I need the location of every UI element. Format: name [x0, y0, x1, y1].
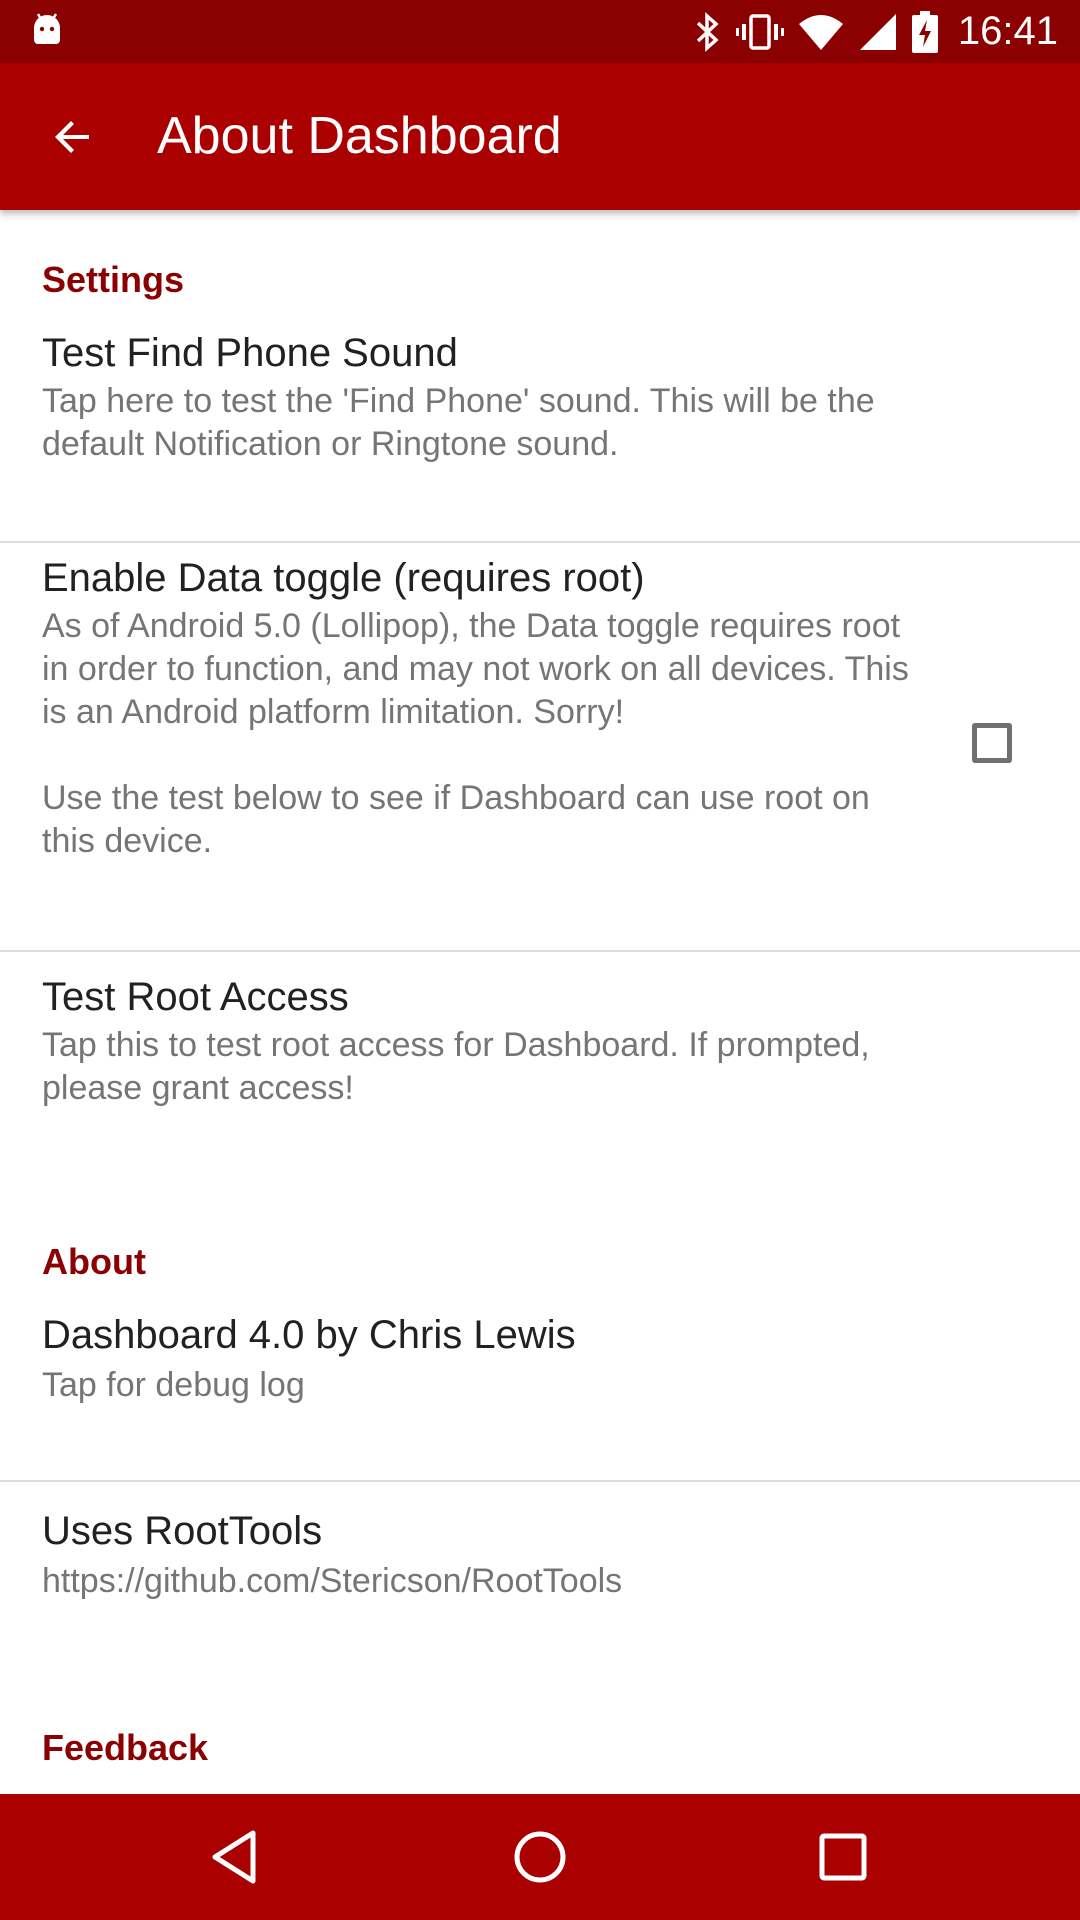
- pref-test-find-phone-sound[interactable]: Test Find Phone Sound Tap here to test t…: [0, 328, 1080, 550]
- pref-summary: https://github.com/Stericson/RootTools: [42, 1562, 623, 1600]
- pref-title: Test Root Access: [42, 975, 349, 1019]
- arrow-back-icon: [55, 121, 89, 153]
- app-bar: About Dashboard: [0, 63, 1080, 210]
- battery-charging-icon: [911, 10, 938, 53]
- nav-recents-button[interactable]: [803, 1817, 883, 1897]
- vibrate-icon: [735, 13, 784, 50]
- back-button[interactable]: [36, 100, 110, 174]
- pref-uses-roottools[interactable]: Uses RootTools https://github.com/Steric…: [0, 1506, 1080, 1666]
- pref-summary: Tap for debug log: [42, 1366, 305, 1404]
- pref-summary: As of Android 5.0 (Lollipop), the Data t…: [42, 607, 909, 731]
- nav-home-icon: [514, 1831, 566, 1883]
- page-title: About Dashboard: [157, 107, 562, 165]
- navigation-bar: [0, 1794, 1080, 1920]
- bluetooth-icon: [696, 11, 719, 52]
- section-header-settings: Settings: [42, 259, 185, 300]
- section-header-about: About: [42, 1241, 146, 1282]
- wifi-icon: [798, 14, 843, 50]
- section-header-feedback: Feedback: [42, 1727, 209, 1768]
- divider: [0, 950, 1080, 952]
- status-time: 16:41: [957, 9, 1058, 53]
- nav-back-icon: [212, 1830, 256, 1884]
- pref-title: Uses RootTools: [42, 1509, 323, 1553]
- pref-title: Test Find Phone Sound: [42, 331, 458, 375]
- divider: [0, 1480, 1080, 1482]
- nav-back-button[interactable]: [195, 1817, 275, 1897]
- pref-dashboard-version[interactable]: Dashboard 4.0 by Chris Lewis Tap for deb…: [0, 1310, 1080, 1490]
- pref-title: Enable Data toggle (requires root): [42, 556, 645, 600]
- pref-summary: Tap here to test the 'Find Phone' sound.…: [42, 382, 875, 463]
- nav-home-button[interactable]: [500, 1817, 580, 1897]
- nav-recents-icon: [819, 1833, 867, 1881]
- signal-icon: [859, 13, 896, 50]
- status-bar: 16:41: [0, 0, 1080, 63]
- data-toggle-checkbox[interactable]: [972, 723, 1012, 763]
- pref-title: Dashboard 4.0 by Chris Lewis: [42, 1313, 576, 1357]
- pref-summary-note: Use the test below to see if Dashboard c…: [42, 779, 870, 860]
- pref-enable-data-toggle[interactable]: Enable Data toggle (requires root) As of…: [0, 543, 1080, 943]
- android-icon: [34, 13, 60, 44]
- pref-test-root-access[interactable]: Test Root Access Tap this to test root a…: [0, 972, 1080, 1142]
- pref-summary: Tap this to test root access for Dashboa…: [42, 1026, 870, 1107]
- preferences-list: Settings Test Find Phone Sound Tap here …: [0, 210, 1080, 1794]
